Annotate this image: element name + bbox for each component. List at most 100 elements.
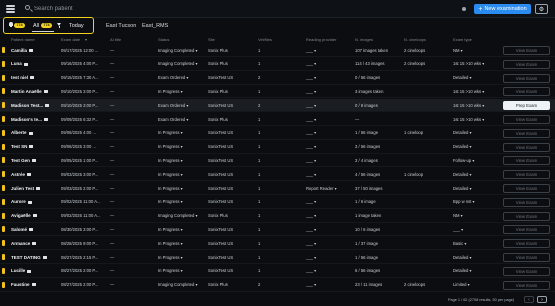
reading-provider-dropdown[interactable]: ___ ▾: [306, 75, 316, 80]
table-row[interactable]: Madison Test... 09/10/2025 3:00 P... — Exam…: [0, 99, 555, 113]
table-row[interactable]: Lucille 08/27/2025 2:00 P... — In Progress …: [0, 265, 555, 278]
reading-provider-dropdown[interactable]: ___ ▾: [306, 268, 316, 273]
patient-name-cell[interactable]: Faustine: [11, 282, 36, 287]
next-page-button[interactable]: ›: [537, 296, 547, 303]
folder-icon[interactable]: [31, 283, 36, 287]
folder-icon[interactable]: [27, 269, 32, 273]
status-dropdown[interactable]: Imaging Completed ▾: [158, 48, 198, 53]
exam-type-dropdown[interactable]: 1st 15 >10 wks ▾: [453, 61, 484, 66]
exam-type-dropdown[interactable]: 1st 15 >10 wks ▾: [453, 117, 484, 122]
header-site[interactable]: Site: [208, 37, 215, 42]
reading-provider-dropdown[interactable]: ___ ▾: [306, 172, 316, 177]
view-exam-button[interactable]: View Exam: [503, 87, 550, 97]
table-row[interactable]: Luna 09/16/2025 4:00 P... — Imaging Complet…: [0, 58, 555, 71]
table-row[interactable]: Test SN 09/08/2025 3:00 ... — In Progress ▾…: [0, 141, 555, 154]
reading-provider-dropdown[interactable]: ___ ▾: [306, 61, 316, 66]
exam-type-dropdown[interactable]: Detailed ▾: [453, 172, 472, 177]
header-patient-name[interactable]: Patient name: [11, 37, 35, 42]
exam-type-dropdown[interactable]: Detailed ▾: [453, 186, 472, 191]
reading-provider-dropdown[interactable]: ___ ▾: [306, 130, 316, 135]
prep-exam-button[interactable]: Prep Exam: [503, 101, 550, 111]
reading-provider-dropdown[interactable]: ___ ▾: [306, 227, 316, 232]
exam-type-dropdown[interactable]: Detailed ▾: [453, 255, 472, 260]
status-dropdown[interactable]: In Progress ▾: [158, 130, 183, 135]
view-exam-button[interactable]: View Exam: [503, 156, 550, 166]
exam-type-dropdown[interactable]: Bpp w nst ▾: [453, 199, 475, 204]
table-row[interactable]: Salomé 08/30/2025 3:00 P... — In Progress ▾…: [0, 223, 555, 237]
tab-site-east-tucson[interactable]: East Tucson: [106, 23, 136, 29]
table-row[interactable]: Armance 08/28/2025 9:00 P... — In Progress …: [0, 237, 555, 251]
search-bar[interactable]: [24, 4, 264, 14]
reading-provider-dropdown[interactable]: ___ ▾: [306, 255, 316, 260]
header-reading-provider[interactable]: Reading provider: [306, 37, 336, 42]
folder-icon[interactable]: [43, 117, 48, 121]
view-exam-button[interactable]: View Exam: [503, 128, 550, 138]
exam-type-dropdown[interactable]: 1st 15 >10 wks ▾: [453, 89, 484, 94]
exam-type-dropdown[interactable]: ___ ▾: [453, 227, 463, 232]
reading-provider-dropdown[interactable]: ___ ▾: [306, 199, 316, 204]
tab-today[interactable]: Today: [69, 23, 84, 29]
status-dropdown[interactable]: In Progress ▾: [158, 227, 183, 232]
table-row[interactable]: test niel 09/15/2025 7:30 A... — Exam Order…: [0, 72, 555, 85]
reading-provider-dropdown[interactable]: ___ ▾: [306, 144, 316, 149]
folder-icon[interactable]: [36, 186, 41, 190]
prev-page-button[interactable]: ‹: [524, 296, 534, 303]
reading-provider-dropdown[interactable]: ___ ▾: [306, 282, 316, 287]
patient-name-cell[interactable]: Armance: [11, 241, 37, 246]
exam-type-dropdown[interactable]: Limited ▾: [453, 282, 470, 287]
patient-name-cell[interactable]: Madison's te...: [11, 117, 48, 122]
view-exam-button[interactable]: View Exam: [503, 197, 550, 207]
status-dropdown[interactable]: In Progress ▾: [158, 199, 183, 204]
status-dropdown[interactable]: In Progress ▾: [158, 89, 183, 94]
exam-type-dropdown[interactable]: 1st 15 >10 wks ▾: [453, 103, 484, 108]
status-dropdown[interactable]: Imaging Completed ▾: [158, 61, 198, 66]
patient-name-cell[interactable]: test niel: [11, 75, 35, 80]
reading-provider-dropdown[interactable]: ___ ▾: [306, 241, 316, 246]
new-examination-button[interactable]: + New examination: [474, 4, 531, 14]
folder-icon[interactable]: [29, 48, 34, 52]
view-exam-button[interactable]: View Exam: [503, 211, 550, 221]
patient-name-cell[interactable]: Martin Anaëlle: [11, 89, 48, 94]
folder-icon[interactable]: [29, 228, 34, 232]
sort-desc-icon[interactable]: ▾: [85, 37, 87, 42]
patient-name-cell[interactable]: Alberte: [11, 130, 33, 135]
header-n-cineloops[interactable]: N. cineloops: [404, 37, 426, 42]
search-input[interactable]: [34, 4, 254, 14]
patient-name-cell[interactable]: Lucille: [11, 268, 32, 273]
patient-name-cell[interactable]: Madison Test...: [11, 103, 50, 108]
view-exam-button[interactable]: View Exam: [503, 142, 550, 152]
patient-name-cell[interactable]: TEST DATING: [11, 255, 47, 260]
patient-name-cell[interactable]: Test SN: [11, 144, 34, 149]
status-dropdown[interactable]: Exam Ordered ▾: [158, 103, 189, 108]
header-status[interactable]: Status: [158, 37, 169, 42]
patient-name-cell[interactable]: Luna: [11, 61, 28, 66]
table-row[interactable]: Martin Anaëlle 09/10/2025 3:00 P... — In Pr…: [0, 85, 555, 99]
reading-provider-dropdown[interactable]: Report Reader ▾: [306, 186, 337, 191]
header-vet-files[interactable]: Vet/files: [258, 37, 272, 42]
folder-icon[interactable]: [29, 145, 34, 149]
exam-type-dropdown[interactable]: Detailed ▾: [453, 268, 472, 273]
tab-site-east-rms[interactable]: East_RMS: [142, 23, 168, 29]
status-dropdown[interactable]: In Progress ▾: [158, 186, 183, 191]
table-row[interactable]: Astrée 09/03/2025 3:00 P... — In Progress ▾…: [0, 168, 555, 182]
status-dropdown[interactable]: In Progress ▾: [158, 144, 183, 149]
menu-icon[interactable]: [6, 5, 15, 13]
status-dropdown[interactable]: In Progress ▾: [158, 268, 183, 273]
patient-name-cell[interactable]: Astrée: [11, 172, 32, 177]
folder-icon[interactable]: [27, 173, 32, 176]
status-dropdown[interactable]: In Progress ▾: [158, 241, 183, 246]
reading-provider-dropdown[interactable]: ___ ▾: [306, 117, 316, 122]
folder-icon[interactable]: [31, 159, 36, 163]
table-row[interactable]: Camilla 09/17/2025 12:00 ... — Imaging Comp…: [0, 44, 555, 57]
status-dropdown[interactable]: Exam Ordered ▾: [158, 117, 189, 122]
header-n-images[interactable]: N. images: [355, 37, 373, 42]
settings-button[interactable]: ⚙: [535, 4, 548, 14]
view-exam-button[interactable]: View Exam: [503, 266, 550, 276]
bell-icon[interactable]: [9, 22, 13, 27]
folder-icon[interactable]: [32, 214, 37, 218]
view-exam-button[interactable]: View Exam: [503, 59, 550, 69]
exam-type-dropdown[interactable]: NM ▾: [453, 48, 463, 53]
exam-type-dropdown[interactable]: NM ▾: [453, 213, 463, 218]
reading-provider-dropdown[interactable]: ___ ▾: [306, 89, 316, 94]
patient-name-cell[interactable]: Camilla: [11, 48, 34, 53]
